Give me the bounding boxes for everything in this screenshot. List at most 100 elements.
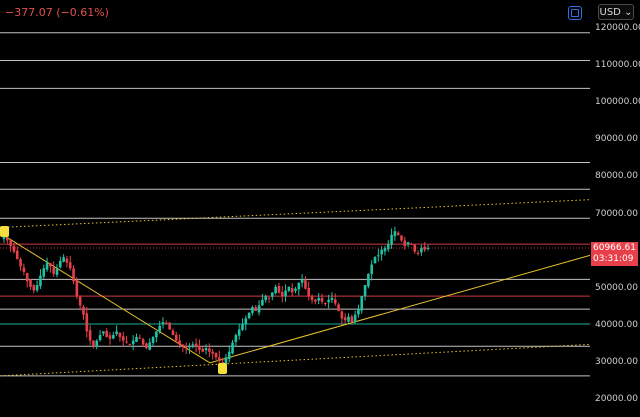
candle-body-63	[211, 351, 214, 354]
candle-body-19	[65, 258, 69, 263]
trend-line-1	[0, 343, 590, 377]
candle-body-81	[271, 292, 274, 297]
candle-body-83	[277, 286, 281, 293]
candle-body-23	[78, 296, 82, 306]
candle-body-48	[161, 322, 165, 325]
candle-body-95	[317, 297, 320, 301]
candle-body-94	[314, 299, 317, 302]
candle-body-15	[52, 267, 55, 274]
currency-button[interactable]: USD ⌄	[598, 4, 634, 20]
candle-body-41	[138, 337, 142, 339]
candle-body-120	[400, 235, 403, 241]
price-tick-label: 80000.00	[595, 171, 638, 182]
candle-body-97	[324, 303, 327, 305]
candle-body-122	[406, 242, 410, 245]
candle-body-85	[284, 290, 287, 297]
price-tick-label: 30000.00	[595, 356, 638, 367]
candle-body-88	[294, 288, 297, 291]
candle-body-50	[168, 322, 171, 330]
candle-body-46	[155, 331, 158, 338]
candle-body-93	[310, 296, 314, 300]
candle-body-125	[416, 252, 420, 254]
candle-body-111	[370, 264, 373, 275]
candle-body-99	[330, 297, 334, 300]
candle-body-49	[165, 322, 168, 324]
currency-label: USD	[599, 7, 621, 18]
candle-body-34	[115, 331, 118, 335]
candle-body-61	[204, 348, 208, 351]
candle-body-96	[320, 297, 324, 302]
candle-body-103	[343, 317, 347, 321]
candle-body-84	[280, 291, 284, 297]
candle-body-112	[373, 257, 377, 264]
candle-body-80	[267, 297, 271, 299]
candle-body-32	[108, 335, 112, 339]
candle-body-113	[377, 255, 380, 257]
candle-body-52	[174, 334, 178, 341]
candle-body-21	[72, 268, 75, 282]
anchor-marker-0[interactable]	[0, 225, 9, 237]
candle-body-22	[75, 280, 79, 297]
candle-body-118	[393, 231, 397, 237]
candle-body-42	[141, 339, 145, 345]
candle-body-6	[22, 267, 26, 273]
candle-body-87	[290, 288, 294, 293]
candle-body-4	[15, 250, 19, 260]
price-tick-label: 20000.00	[595, 394, 638, 404]
candle-body-35	[118, 332, 122, 337]
candle-body-109	[363, 284, 367, 297]
candle-body-26	[88, 330, 92, 341]
candle-body-107	[357, 309, 360, 315]
candle-body-3	[12, 245, 16, 252]
candle-body-36	[121, 336, 125, 341]
candle-body-44	[148, 342, 152, 350]
candle-body-1	[6, 238, 9, 241]
candle-body-28	[95, 340, 99, 347]
candle-body-40	[135, 336, 138, 342]
candle-body-60	[201, 348, 205, 352]
candle-body-11	[39, 275, 42, 287]
candle-body-77	[257, 305, 261, 313]
candle-body-24	[82, 306, 85, 315]
candle-body-55	[184, 345, 188, 349]
candle-body-75	[251, 307, 254, 313]
chart-canvas[interactable]	[0, 0, 590, 417]
candle-body-128	[426, 248, 430, 250]
anchor-marker-1[interactable]	[218, 362, 228, 374]
candle-body-51	[171, 330, 175, 336]
candle-body-57	[191, 344, 195, 346]
candle-body-30	[102, 331, 105, 334]
candle-body-9	[32, 285, 36, 291]
candle-body-8	[29, 279, 32, 287]
candle-body-14	[49, 263, 52, 267]
trend-line-0	[0, 199, 590, 228]
candle-body-104	[347, 316, 350, 322]
candle-body-27	[92, 340, 95, 347]
candle-body-10	[35, 284, 39, 291]
candle-body-17	[59, 260, 62, 268]
candle-body-106	[353, 314, 357, 323]
candle-body-98	[327, 299, 330, 303]
candle-body-100	[333, 299, 337, 304]
price-tick-label: 50000.00	[595, 282, 638, 293]
candle-body-73	[244, 318, 248, 325]
candle-body-20	[68, 262, 72, 269]
candle-body-110	[367, 273, 370, 287]
candle-body-79	[264, 296, 267, 301]
candle-body-5	[19, 259, 22, 267]
candle-body-101	[337, 304, 340, 311]
candle-body-2	[9, 240, 12, 247]
candle-body-92	[307, 288, 311, 297]
candle-body-45	[151, 336, 155, 343]
candle-body-116	[386, 244, 390, 250]
candle-body-86	[287, 286, 291, 291]
candle-body-89	[297, 283, 301, 290]
box-icon[interactable]	[568, 6, 582, 20]
candle-body-102	[340, 311, 344, 319]
price-tick-label: 40000.00	[595, 319, 638, 330]
candle-body-64	[214, 352, 218, 358]
candle-body-54	[181, 344, 185, 347]
candle-body-119	[396, 232, 400, 235]
candle-body-123	[410, 243, 413, 245]
bar-countdown: 03:31:09	[593, 254, 634, 264]
